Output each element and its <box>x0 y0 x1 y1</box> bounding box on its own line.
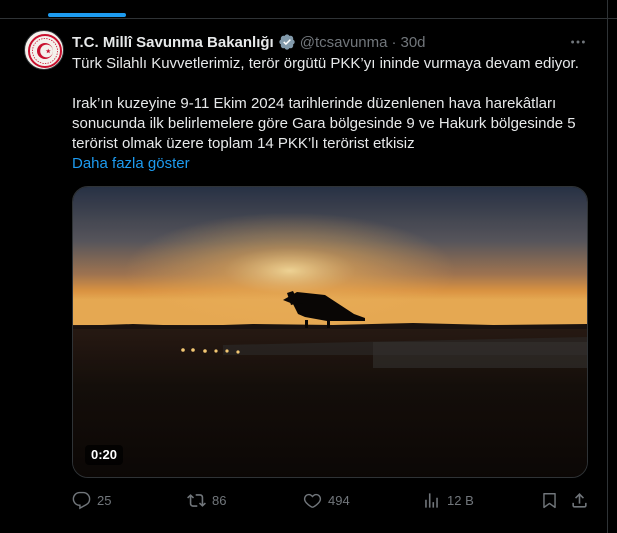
tweet-text: Türk Silahlı Kuvvetlerimiz, terör örgütü… <box>72 54 594 154</box>
column-border <box>607 0 608 533</box>
avatar[interactable] <box>24 30 64 70</box>
divider <box>0 18 617 19</box>
share-icon <box>572 492 587 508</box>
author-display-name[interactable]: T.C. Millî Savunma Bakanlığı <box>72 34 274 51</box>
ministry-emblem-icon <box>28 34 62 68</box>
like-button[interactable]: 494 <box>303 490 350 510</box>
views-button[interactable]: 12 B <box>422 490 474 510</box>
tweet-timestamp[interactable]: 30d <box>400 34 425 51</box>
reply-button[interactable]: 25 <box>72 490 111 510</box>
tweet-paragraph-1: Türk Silahlı Kuvvetlerimiz, terör örgütü… <box>72 55 579 72</box>
repost-button[interactable]: 86 <box>187 490 226 510</box>
verified-badge-icon[interactable] <box>278 33 296 51</box>
tweet-header: T.C. Millî Savunma Bakanlığı @tcsavunma … <box>72 32 426 52</box>
tweet-action-bar: 25 86 494 12 B <box>72 490 588 510</box>
active-tab-indicator <box>48 13 126 17</box>
more-horizontal-icon <box>571 40 585 44</box>
repost-icon <box>187 493 206 507</box>
more-options-button[interactable] <box>568 32 588 52</box>
video-player[interactable]: 0:20 <box>72 186 588 478</box>
author-handle[interactable]: @tcsavunma <box>300 34 388 51</box>
video-duration-badge: 0:20 <box>85 445 124 465</box>
share-button[interactable] <box>570 490 589 510</box>
repost-count: 86 <box>212 492 227 508</box>
separator-dot: · <box>391 33 397 51</box>
bookmark-icon <box>543 492 556 508</box>
bookmark-button[interactable] <box>540 490 559 510</box>
view-count: 12 B <box>447 492 474 508</box>
show-more-link[interactable]: Daha fazla göster <box>72 155 190 172</box>
video-thumbnail <box>73 187 587 477</box>
reply-icon <box>72 491 91 509</box>
heart-icon <box>303 493 322 508</box>
reply-count: 25 <box>97 492 112 508</box>
like-count: 494 <box>328 492 350 508</box>
analytics-icon <box>425 492 438 508</box>
tweet-paragraph-2: Irak’ın kuzeyine 9-11 Ekim 2024 tarihler… <box>72 95 576 152</box>
